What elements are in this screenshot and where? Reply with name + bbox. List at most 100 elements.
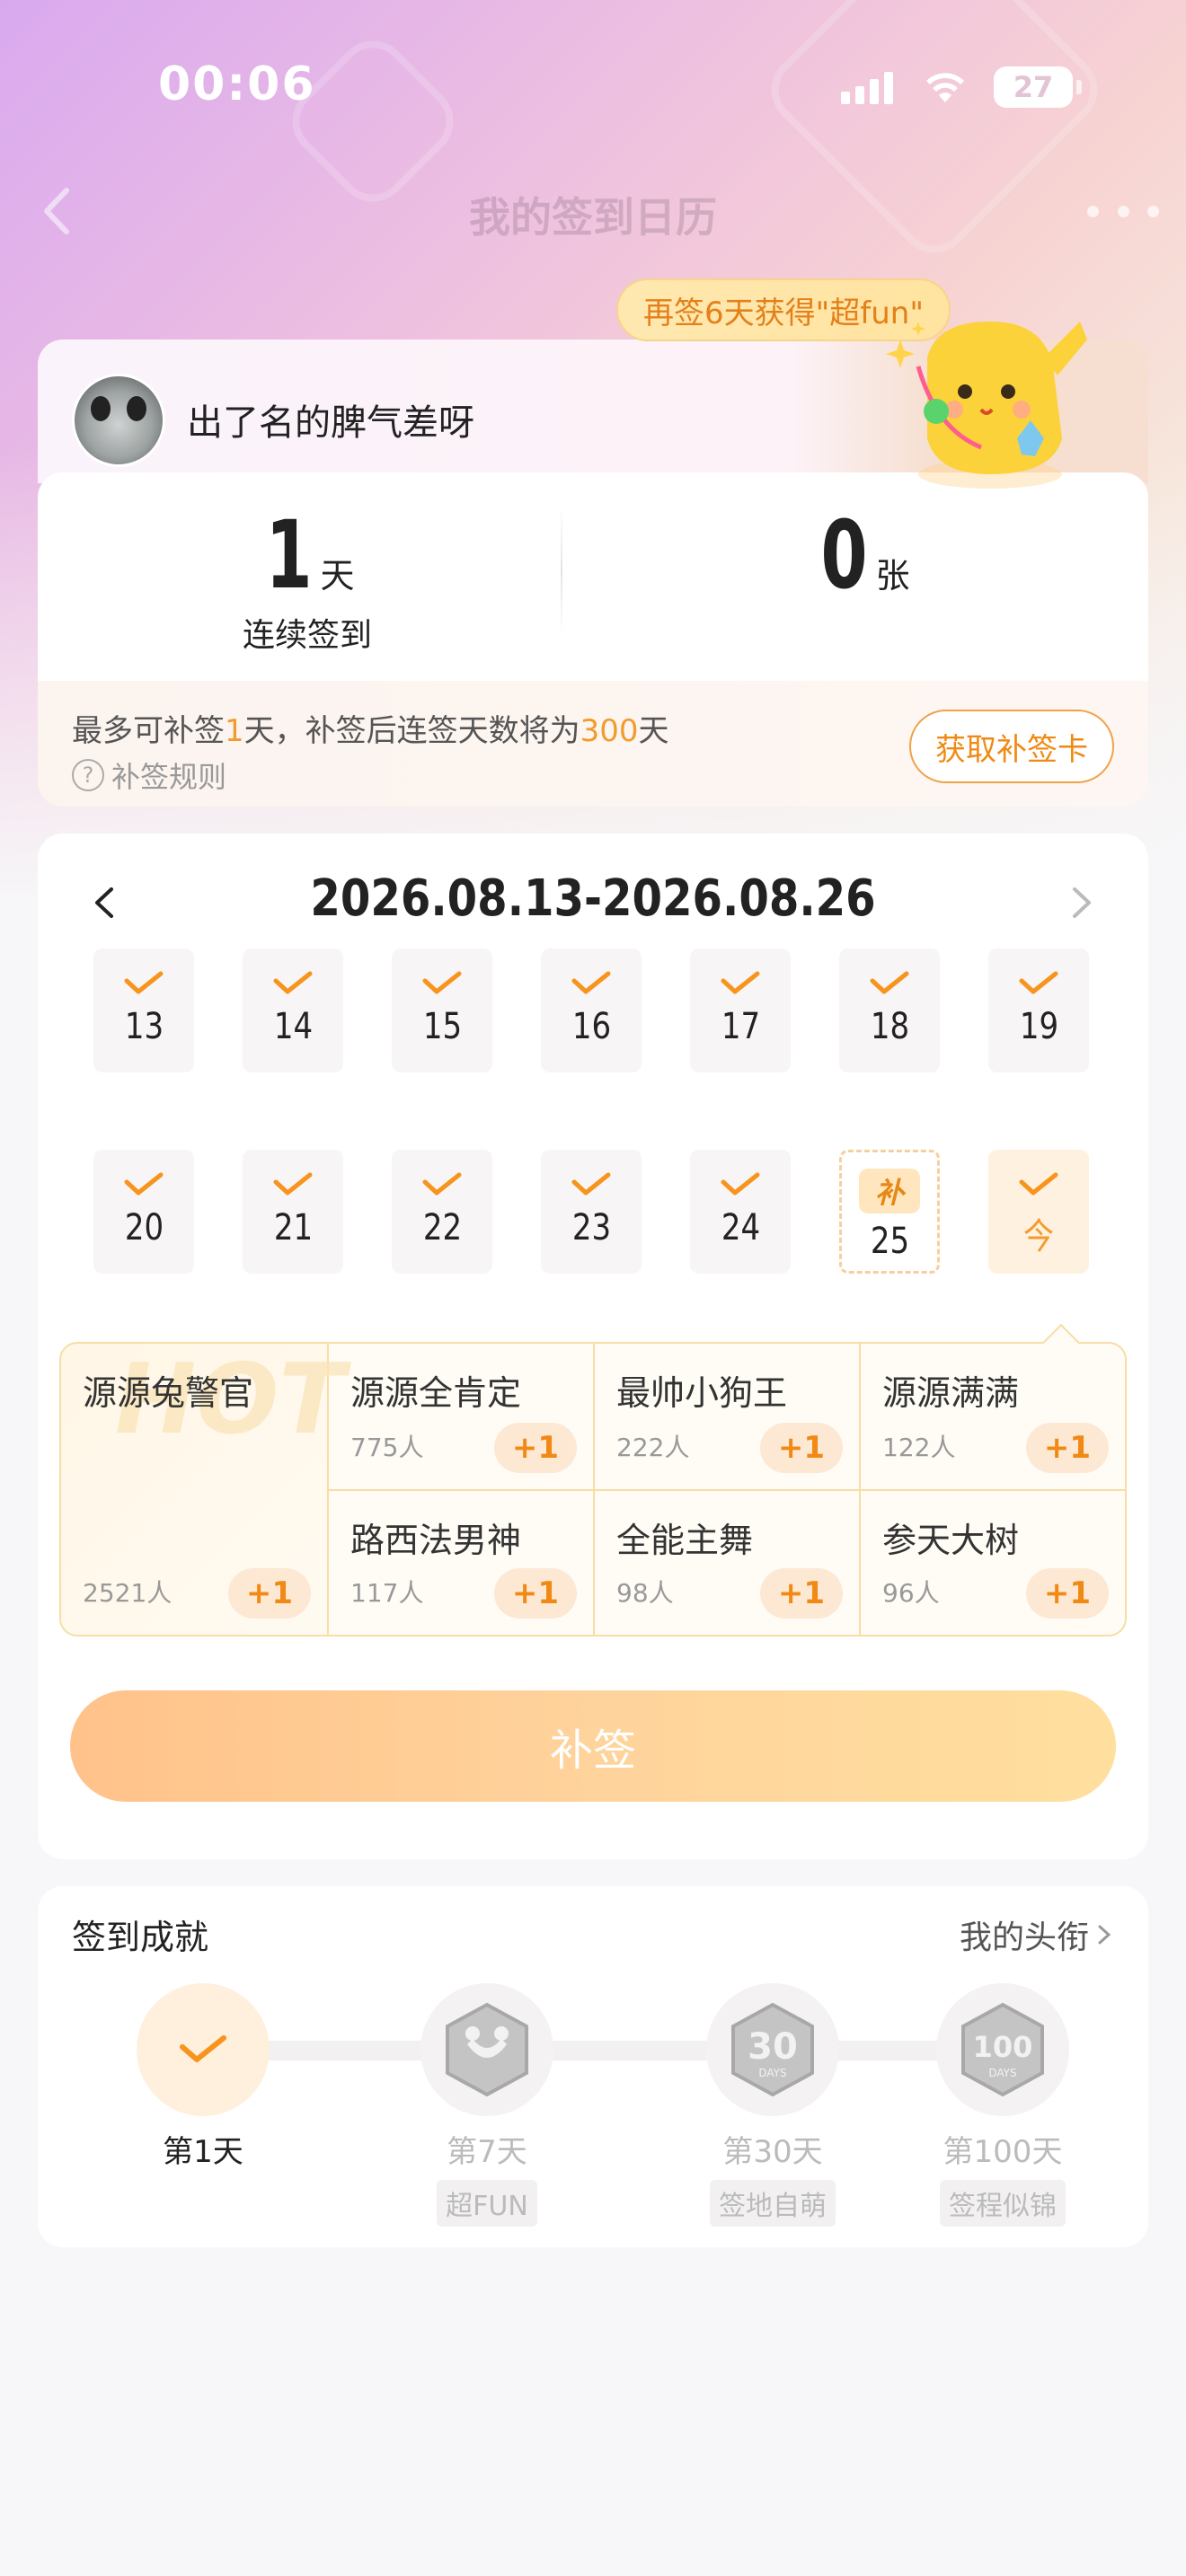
achievement-day: 第7天 (447, 2134, 527, 2170)
check-icon (721, 1172, 760, 1195)
calendar-card: 2026.08.13-2026.08.26 13 14 15 16 17 18 19 20 21… (38, 834, 1148, 1859)
next-week-icon[interactable] (1058, 880, 1103, 925)
30-days-badge-icon: 30 DAYS (731, 2002, 814, 2097)
cards-value: 0 (820, 500, 869, 610)
calendar-day-number: 24 (721, 1207, 760, 1248)
title-count: 122人 (882, 1433, 956, 1462)
calendar-day-number: 17 (721, 1006, 760, 1047)
cards-unit: 张 (875, 556, 910, 595)
achievements-card: 签到成就 我的头衔 第1天 第7天 超FUN 30 DAYS 第30天 签地自萌… (38, 1886, 1148, 2247)
calendar-day-number: 25 (870, 1221, 909, 1262)
status-bar: 00:06 27 (0, 0, 1186, 171)
nav-bar: 我的签到日历 (0, 171, 1186, 251)
calendar-day[interactable]: 16 (541, 948, 642, 1072)
achievement-badge: 100 DAYS (936, 1983, 1069, 2116)
title-name: 源源全肯定 (350, 1373, 522, 1413)
question-icon: ? (72, 759, 104, 791)
title-plus-button[interactable]: +1 (1026, 1423, 1109, 1473)
title-count: 2521人 (83, 1578, 173, 1608)
rules-link[interactable]: ? 补签规则 (72, 754, 226, 796)
achievement-item[interactable]: 100 DAYS 第100天 签程似锦 (904, 1983, 1102, 2227)
calendar-day[interactable]: 19 (988, 948, 1089, 1072)
title-cell[interactable]: 全能主舞 98人 +1 (595, 1491, 861, 1635)
calendar-day[interactable]: 17 (690, 948, 791, 1072)
makeup-button[interactable]: 补签 (70, 1690, 1116, 1802)
check-icon (870, 971, 909, 994)
check-icon (571, 971, 611, 994)
achievement-item[interactable]: 第7天 超FUN (370, 1983, 604, 2227)
title-plus-button[interactable]: +1 (760, 1568, 843, 1619)
title-plus-button[interactable]: +1 (1026, 1568, 1109, 1619)
calendar-day[interactable]: 24 (690, 1150, 791, 1274)
check-icon (422, 1172, 462, 1195)
battery-icon: 27 (994, 66, 1082, 108)
title-cell[interactable]: 源源满满 122人 +1 (861, 1344, 1125, 1491)
calendar-day[interactable]: 20 (93, 1150, 194, 1274)
calendar-day[interactable]: 13 (93, 948, 194, 1072)
calendar-day-number: 14 (273, 1006, 313, 1047)
achievement-day: 第30天 (722, 2134, 823, 2170)
calendar-day[interactable]: 22 (392, 1150, 492, 1274)
calendar-day-number: 20 (124, 1207, 164, 1248)
title-name: 最帅小狗王 (616, 1373, 788, 1413)
check-icon (273, 1172, 313, 1195)
title-plus-button[interactable]: +1 (760, 1423, 843, 1473)
title-count: 222人 (616, 1433, 690, 1462)
achievement-badge (420, 1983, 553, 2116)
check-icon (1019, 1172, 1058, 1195)
calendar-day-makeup[interactable]: 补 25 (839, 1150, 940, 1274)
get-makeup-card-button[interactable]: 获取补签卡 (909, 710, 1114, 783)
streak-label: 连续签到 (242, 617, 372, 654)
streak-stat: 1天 连续签到 (38, 508, 577, 656)
achievement-item[interactable]: 第1天 (86, 1983, 320, 2171)
title-name: 源源满满 (882, 1373, 1020, 1413)
makeup-total: 300 (580, 713, 639, 749)
achievement-item[interactable]: 30 DAYS 第30天 签地自萌 (656, 1983, 890, 2227)
more-icon[interactable] (1087, 189, 1159, 234)
avatar[interactable] (72, 374, 165, 467)
calendar-day-number: 22 (422, 1207, 462, 1248)
title-cell[interactable]: 最帅小狗王 222人 +1 (595, 1344, 861, 1491)
cards-stat: 0张 (593, 508, 1132, 602)
calendar-day[interactable]: 21 (243, 1150, 343, 1274)
title-cell-hot[interactable]: HOT 源源兔警官 2521人 +1 (61, 1344, 345, 1635)
title-plus-button[interactable]: +1 (494, 1423, 577, 1473)
svg-text:DAYS: DAYS (758, 2067, 786, 2079)
check-icon (1019, 971, 1058, 994)
calendar-day-number: 18 (870, 1006, 909, 1047)
achievement-name: 超FUN (437, 2180, 537, 2227)
calendar-date-range: 2026.08.13-2026.08.26 (310, 869, 876, 928)
title-plus-button[interactable]: +1 (494, 1568, 577, 1619)
check-icon (273, 971, 313, 994)
makeup-info-bar: 最多可补签1天，补签后连签天数将为300天 ? 补签规则 获取补签卡 (38, 681, 1148, 807)
username: 出了名的脾气差呀 (187, 402, 474, 444)
achievement-day: 第100天 (943, 2134, 1063, 2170)
title-name: 参天大树 (882, 1521, 1020, 1560)
stat-divider (561, 508, 562, 634)
calendar-day-number: 16 (571, 1006, 611, 1047)
status-time: 00:06 (158, 57, 316, 111)
rules-label: 补签规则 (111, 760, 227, 794)
title-plus-button[interactable]: +1 (228, 1568, 311, 1619)
my-titles-label: 我的头衔 (959, 1919, 1089, 1956)
my-titles-link[interactable]: 我的头衔 (960, 1911, 1114, 1958)
title-cell[interactable]: 源源全肯定 775人 +1 (329, 1344, 595, 1491)
title-cell[interactable]: 参天大树 96人 +1 (861, 1491, 1125, 1635)
title-count: 98人 (616, 1578, 674, 1608)
title-cell[interactable]: 路西法男神 117人 +1 (329, 1491, 595, 1635)
page-title: 我的签到日历 (469, 193, 717, 242)
svg-text:DAYS: DAYS (988, 2067, 1016, 2079)
100-days-badge-icon: 100 DAYS (961, 2002, 1044, 2097)
profile-stats: 1天 连续签到 0张 最多可补签1天，补签后连签天数将为300天 ? 补签规则 … (38, 472, 1148, 807)
calendar-day[interactable]: 23 (541, 1150, 642, 1274)
title-count: 775人 (350, 1433, 424, 1462)
check-icon (180, 2035, 226, 2062)
makeup-days: 1 (225, 713, 244, 749)
calendar-day[interactable]: 18 (839, 948, 940, 1072)
calendar-day-today[interactable]: 今 (988, 1150, 1089, 1274)
svg-text:100: 100 (973, 2030, 1033, 2064)
calendar-day-number: 15 (422, 1006, 462, 1047)
title-name: 源源兔警官 (83, 1373, 254, 1413)
calendar-day[interactable]: 15 (392, 948, 492, 1072)
calendar-day[interactable]: 14 (243, 948, 343, 1072)
